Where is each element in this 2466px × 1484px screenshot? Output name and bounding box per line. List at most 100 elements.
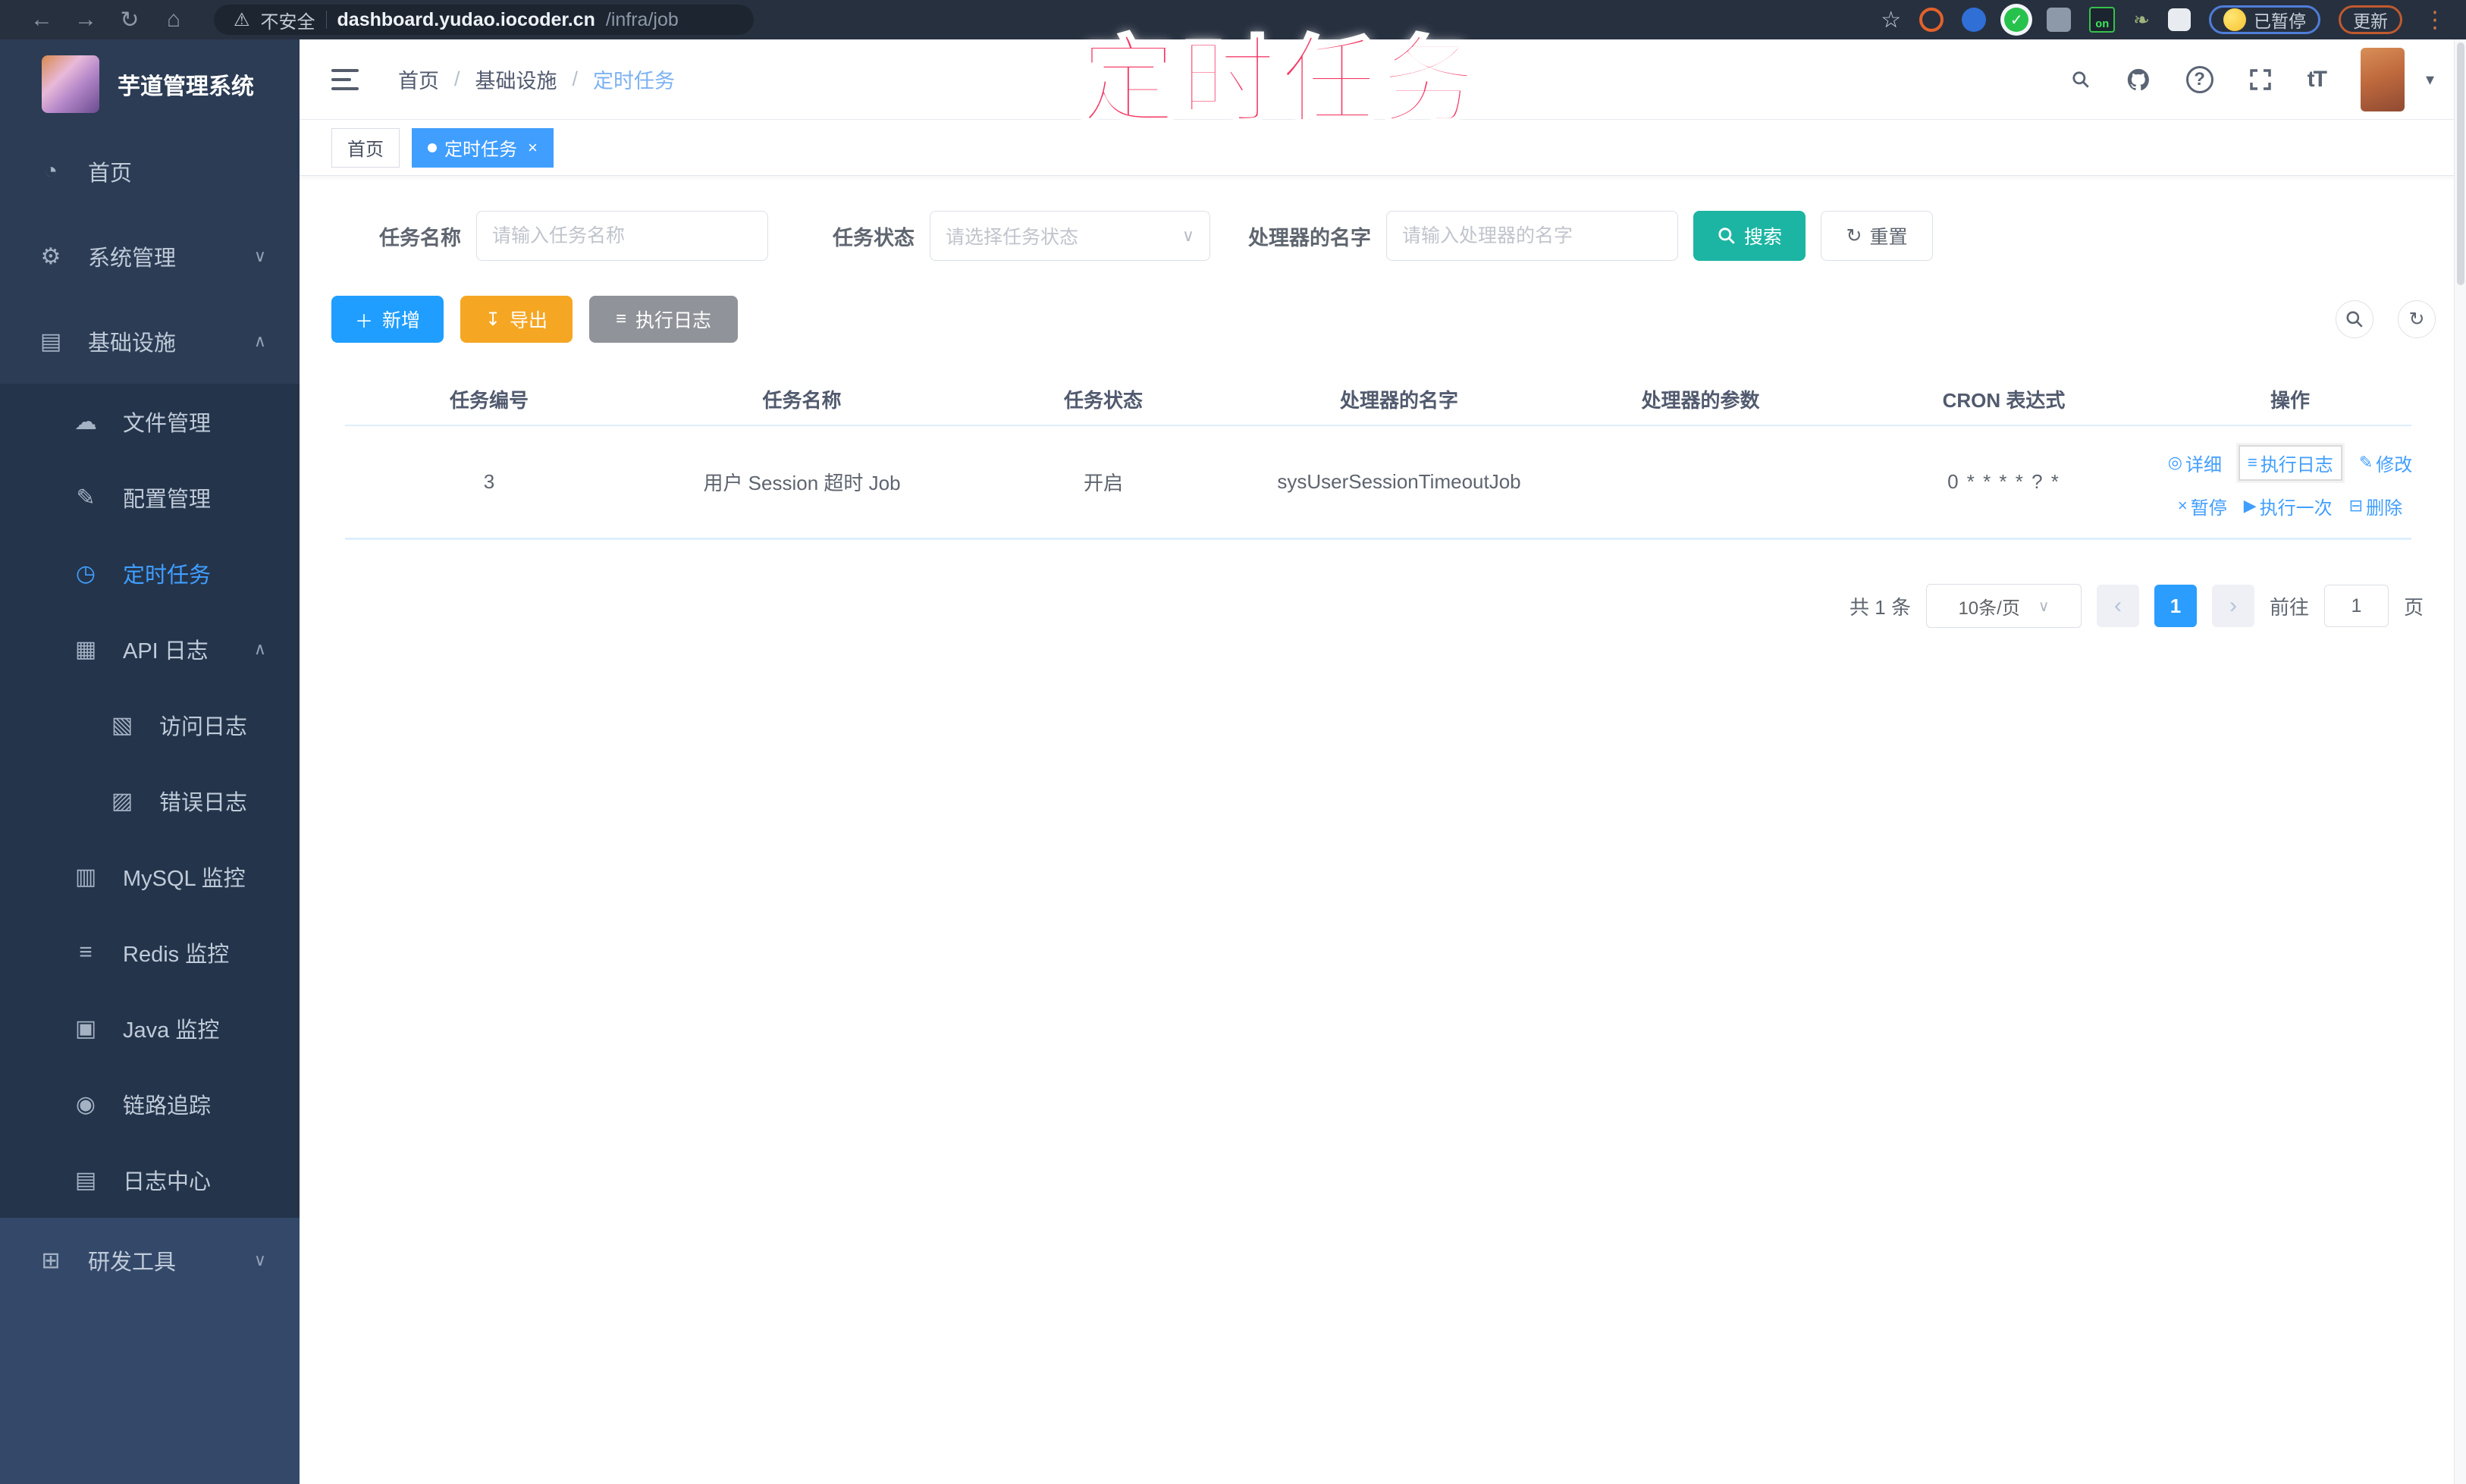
browser-forward-icon[interactable]: → bbox=[64, 7, 108, 33]
scrollbar[interactable] bbox=[2454, 39, 2466, 1484]
sidebar-item-access-log[interactable]: ▧ 访问日志 bbox=[0, 687, 300, 763]
add-button[interactable]: ＋ 新增 bbox=[331, 296, 444, 343]
browser-home-icon[interactable]: ⌂ bbox=[152, 7, 196, 33]
edit-link[interactable]: ✎ 修改 bbox=[2359, 450, 2412, 476]
exec-log-button-label: 执行日志 bbox=[635, 310, 712, 331]
handler-name-input[interactable] bbox=[1386, 211, 1678, 261]
emoji-avatar-icon bbox=[2223, 8, 2246, 31]
detail-label: 详细 bbox=[2185, 454, 2222, 475]
current-page-button[interactable]: 1 bbox=[2154, 585, 2197, 627]
trash-icon: ⊟ bbox=[2348, 496, 2364, 515]
url-divider bbox=[325, 11, 327, 29]
sidebar-item-file-manage[interactable]: ☁ 文件管理 bbox=[0, 384, 300, 460]
edit-label: 修改 bbox=[2376, 454, 2413, 475]
job-status-value: 开启 bbox=[1083, 472, 1123, 494]
bookmark-star-icon[interactable]: ☆ bbox=[1881, 7, 1901, 33]
pause-link[interactable]: × 暂停 bbox=[2178, 493, 2227, 519]
infra-icon: ▤ bbox=[39, 328, 62, 354]
search-icon[interactable] bbox=[2071, 70, 2091, 89]
browser-reload-icon[interactable]: ↻ bbox=[108, 7, 152, 33]
extension-on-badge[interactable]: on bbox=[2089, 7, 2116, 33]
job-name-input[interactable] bbox=[476, 211, 768, 261]
sidebar-item-label: MySQL 监控 bbox=[123, 867, 246, 891]
paused-badge[interactable]: 已暂停 bbox=[2209, 5, 2320, 34]
app-logo-row[interactable]: 芋道管理系统 bbox=[0, 39, 300, 129]
table-row: 3 用户 Session 超时 Job 开启 sysUserSessionTim… bbox=[345, 426, 2412, 540]
tab-scheduled-jobs[interactable]: 定时任务 × bbox=[412, 127, 554, 168]
font-size-icon[interactable]: tT bbox=[2308, 67, 2327, 93]
sidebar-item-log-center[interactable]: ▤ 日志中心 bbox=[0, 1142, 300, 1218]
close-icon[interactable]: × bbox=[528, 138, 538, 158]
sidebar-item-redis-monitor[interactable]: ≡ Redis 监控 bbox=[0, 915, 300, 990]
breadcrumb-home[interactable]: 首页 bbox=[398, 64, 439, 94]
sidebar-item-trace[interactable]: ◉ 链路追踪 bbox=[0, 1066, 300, 1142]
add-button-label: 新增 bbox=[381, 310, 420, 331]
prev-page-button[interactable]: ‹ bbox=[2096, 585, 2139, 627]
extensions-puzzle-icon[interactable] bbox=[2168, 8, 2191, 31]
sidebar-item-java-monitor[interactable]: ▣ Java 监控 bbox=[0, 990, 300, 1066]
sidebar-item-system[interactable]: ⚙ 系统管理 ∨ bbox=[0, 214, 300, 299]
table-header-row: 任务编号 任务名称 任务状态 处理器的名字 处理器的参数 CRON 表达式 操作 bbox=[345, 373, 2411, 426]
not-secure-icon: ⚠ bbox=[234, 9, 250, 30]
toggle-search-button[interactable] bbox=[2336, 300, 2373, 338]
tab-home[interactable]: 首页 bbox=[331, 127, 400, 168]
exec-log-label: 执行日志 bbox=[2260, 454, 2333, 475]
extension-grid-icon[interactable] bbox=[2047, 8, 2072, 32]
browser-back-icon[interactable]: ← bbox=[20, 7, 64, 33]
export-button[interactable]: ↧ 导出 bbox=[460, 296, 573, 343]
chevron-down-icon: ∨ bbox=[253, 1250, 266, 1269]
sidebar-item-api-log[interactable]: ▦ API 日志 ∧ bbox=[0, 611, 300, 687]
extension-green-icon[interactable]: ✓ bbox=[2004, 8, 2029, 32]
sidebar-item-mysql-monitor[interactable]: ▥ MySQL 监控 bbox=[0, 839, 300, 915]
address-bar[interactable]: ⚠ 不安全 dashboard.yudao.iocoder.cn /infra/… bbox=[214, 5, 754, 35]
next-page-button[interactable]: › bbox=[2211, 585, 2254, 627]
run-once-label: 执行一次 bbox=[2259, 497, 2333, 519]
access-log-icon: ▧ bbox=[111, 712, 133, 738]
job-status-select[interactable]: 请选择任务状态 ∨ bbox=[930, 211, 1210, 261]
sidebar-item-label: 访问日志 bbox=[159, 715, 248, 739]
tab-label: 定时任务 bbox=[444, 140, 517, 160]
collapse-sidebar-icon[interactable] bbox=[331, 68, 362, 90]
java-icon: ▣ bbox=[74, 1015, 97, 1041]
sidebar-item-config-manage[interactable]: ✎ 配置管理 bbox=[0, 460, 300, 535]
fullscreen-icon[interactable] bbox=[2248, 67, 2273, 92]
sidebar-item-infra[interactable]: ▤ 基础设施 ∧ bbox=[0, 299, 300, 384]
reset-button[interactable]: ↻ 重置 bbox=[1821, 211, 1933, 261]
pause-icon: × bbox=[2177, 496, 2188, 515]
refresh-button[interactable]: ↻ bbox=[2398, 300, 2436, 338]
goto-label: 前往 bbox=[2269, 595, 2309, 619]
detail-link[interactable]: ◎ 详细 bbox=[2168, 450, 2222, 476]
row-exec-log-link[interactable]: ≡ 执行日志 bbox=[2238, 444, 2342, 481]
sidebar-item-label: 研发工具 bbox=[88, 1250, 177, 1275]
avatar[interactable] bbox=[2360, 47, 2405, 111]
exec-log-button[interactable]: ≡ 执行日志 bbox=[589, 296, 738, 343]
goto-page-input[interactable] bbox=[2323, 585, 2389, 627]
play-icon: ▶ bbox=[2243, 496, 2257, 515]
page-content: 任务名称 任务状态 请选择任务状态 ∨ 处理器的名字 搜索 ↻ bbox=[300, 176, 2466, 1484]
browser-menu-icon[interactable]: ⋮ bbox=[2424, 7, 2446, 33]
delete-link[interactable]: ⊟ 删除 bbox=[2349, 493, 2402, 519]
github-icon[interactable] bbox=[2126, 67, 2151, 93]
redis-icon: ≡ bbox=[79, 940, 93, 965]
update-button[interactable]: 更新 bbox=[2339, 5, 2402, 34]
scrollbar-thumb[interactable] bbox=[2457, 42, 2464, 285]
page-size-select[interactable]: 10条/页 ∨ bbox=[1925, 584, 2082, 628]
extension-blue-icon[interactable] bbox=[1962, 8, 1987, 32]
sidebar-item-label: 配置管理 bbox=[123, 488, 212, 512]
breadcrumb-infra[interactable]: 基础设施 bbox=[475, 64, 557, 94]
log-icon: ▦ bbox=[74, 636, 97, 662]
run-once-link[interactable]: ▶ 执行一次 bbox=[2244, 493, 2333, 519]
search-button[interactable]: 搜索 bbox=[1693, 211, 1806, 261]
sidebar-item-home[interactable]: ◔ 首页 bbox=[0, 129, 300, 214]
help-icon[interactable]: ? bbox=[2185, 65, 2213, 93]
avatar-caret-icon[interactable]: ▾ bbox=[2426, 70, 2434, 89]
job-name-value: 用户 Session 超时 Job bbox=[703, 472, 901, 494]
app-logo-avatar bbox=[42, 55, 99, 113]
sidebar-item-dev-tools[interactable]: ⊞ 研发工具 ∨ bbox=[0, 1218, 300, 1303]
sidebar-item-error-log[interactable]: ▨ 错误日志 bbox=[0, 763, 300, 839]
sidebar-item-scheduled-jobs[interactable]: ◷ 定时任务 bbox=[0, 535, 300, 611]
extension-orange-icon[interactable] bbox=[1919, 8, 1944, 32]
filter-form: 任务名称 任务状态 请选择任务状态 ∨ 处理器的名字 搜索 ↻ bbox=[379, 211, 2466, 261]
extension-leaf-icon[interactable]: ❧ bbox=[2133, 8, 2150, 32]
total-count: 共 1 条 bbox=[1850, 595, 1911, 619]
